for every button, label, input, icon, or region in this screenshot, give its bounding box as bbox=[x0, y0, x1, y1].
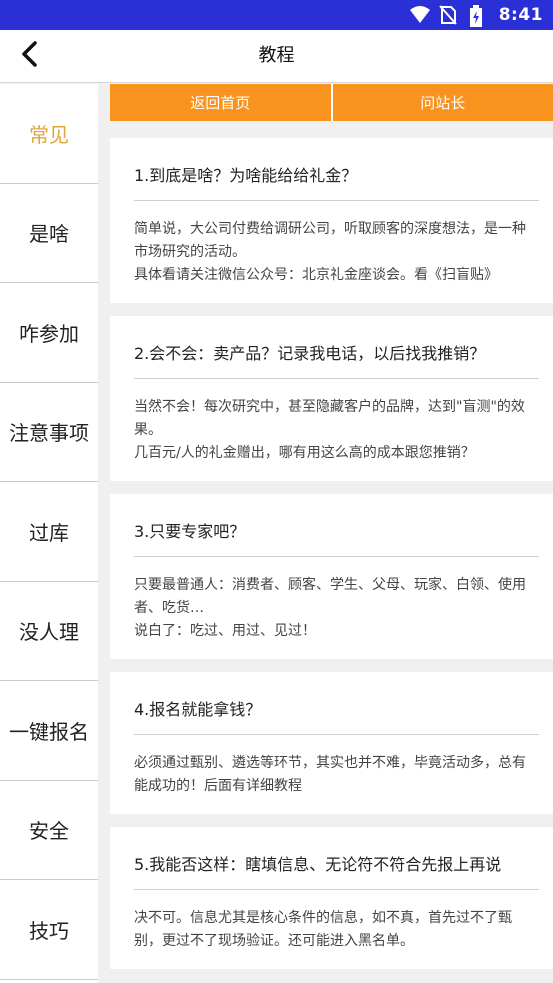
faq-question: 2.会不会：卖产品？记录我电话，以后找我推销？ bbox=[134, 316, 539, 379]
clock: 8:41 bbox=[498, 5, 543, 25]
sidebar-item-one-click-signup[interactable]: 一键报名 bbox=[0, 681, 98, 781]
sidebar-item-tips[interactable]: 技巧 bbox=[0, 880, 98, 980]
category-sidebar: 常见 是啥 咋参加 注意事项 过库 没人理 一键报名 安全 技巧 bbox=[0, 84, 98, 983]
sidebar-item-database[interactable]: 过库 bbox=[0, 482, 98, 582]
back-home-button[interactable]: 返回首页 bbox=[110, 84, 331, 121]
faq-question: 5.我能否这样：瞎填信息、无论符不符合先报上再说 bbox=[134, 827, 539, 890]
content-area: 返回首页 问站长 1.到底是啥？为啥能给给礼金？ 简单说，大公司付费给调研公司，… bbox=[110, 84, 553, 983]
faq-answer: 必须通过甄别、遴选等环节，其实也并不难，毕竟活动多，总有能成功的！后面有详细教程 bbox=[134, 755, 526, 794]
ask-admin-button[interactable]: 问站长 bbox=[330, 84, 553, 121]
faq-card: 4.报名就能拿钱？ 必须通过甄别、遴选等环节，其实也并不难，毕竟活动多，总有能成… bbox=[110, 672, 553, 814]
no-sim-icon bbox=[438, 5, 459, 25]
sidebar-item-what[interactable]: 是啥 bbox=[0, 184, 98, 283]
status-icons: 8:41 bbox=[409, 0, 543, 30]
faq-card: 3.只要专家吧？ 只要最普通人：消费者、顾客、学生、父母、玩家、白领、使用者、吃… bbox=[110, 494, 553, 659]
sidebar-item-how-to-join[interactable]: 咋参加 bbox=[0, 283, 98, 383]
status-bar: 8:41 bbox=[0, 0, 553, 30]
sidebar-item-notes[interactable]: 注意事项 bbox=[0, 383, 98, 482]
faq-question: 3.只要专家吧？ bbox=[134, 494, 539, 557]
faq-card: 5.我能否这样：瞎填信息、无论符不符合先报上再说 决不可。信息尤其是核心条件的信… bbox=[110, 827, 553, 969]
faq-question: 4.报名就能拿钱？ bbox=[134, 672, 539, 735]
faq-answer: 简单说，大公司付费给调研公司，听取顾客的深度想法，是一种市场研究的活动。 具体看… bbox=[134, 221, 526, 283]
faq-answer: 决不可。信息尤其是核心条件的信息，如不真，首先过不了甄别，更过不了现场验证。还可… bbox=[134, 910, 512, 949]
action-bar: 返回首页 问站长 bbox=[110, 84, 553, 121]
page-title: 教程 bbox=[258, 45, 295, 66]
faq-answer: 当然不会！每次研究中，甚至隐藏客户的品牌，达到"盲测"的效果。 几百元/人的礼金… bbox=[134, 399, 525, 461]
battery-charging-icon bbox=[469, 5, 489, 27]
app-header: 教程 bbox=[0, 30, 553, 83]
sidebar-item-safety[interactable]: 安全 bbox=[0, 781, 98, 880]
sidebar-item-common[interactable]: 常见 bbox=[0, 84, 98, 184]
faq-answer: 只要最普通人：消费者、顾客、学生、父母、玩家、白领、使用者、吃货… 说白了：吃过… bbox=[134, 577, 526, 639]
sidebar-item-no-response[interactable]: 没人理 bbox=[0, 582, 98, 681]
faq-question: 1.到底是啥？为啥能给给礼金？ bbox=[134, 138, 539, 201]
faq-card: 1.到底是啥？为啥能给给礼金？ 简单说，大公司付费给调研公司，听取顾客的深度想法… bbox=[110, 138, 553, 303]
wifi-icon bbox=[409, 5, 430, 25]
faq-card: 2.会不会：卖产品？记录我电话，以后找我推销？ 当然不会！每次研究中，甚至隐藏客… bbox=[110, 316, 553, 481]
